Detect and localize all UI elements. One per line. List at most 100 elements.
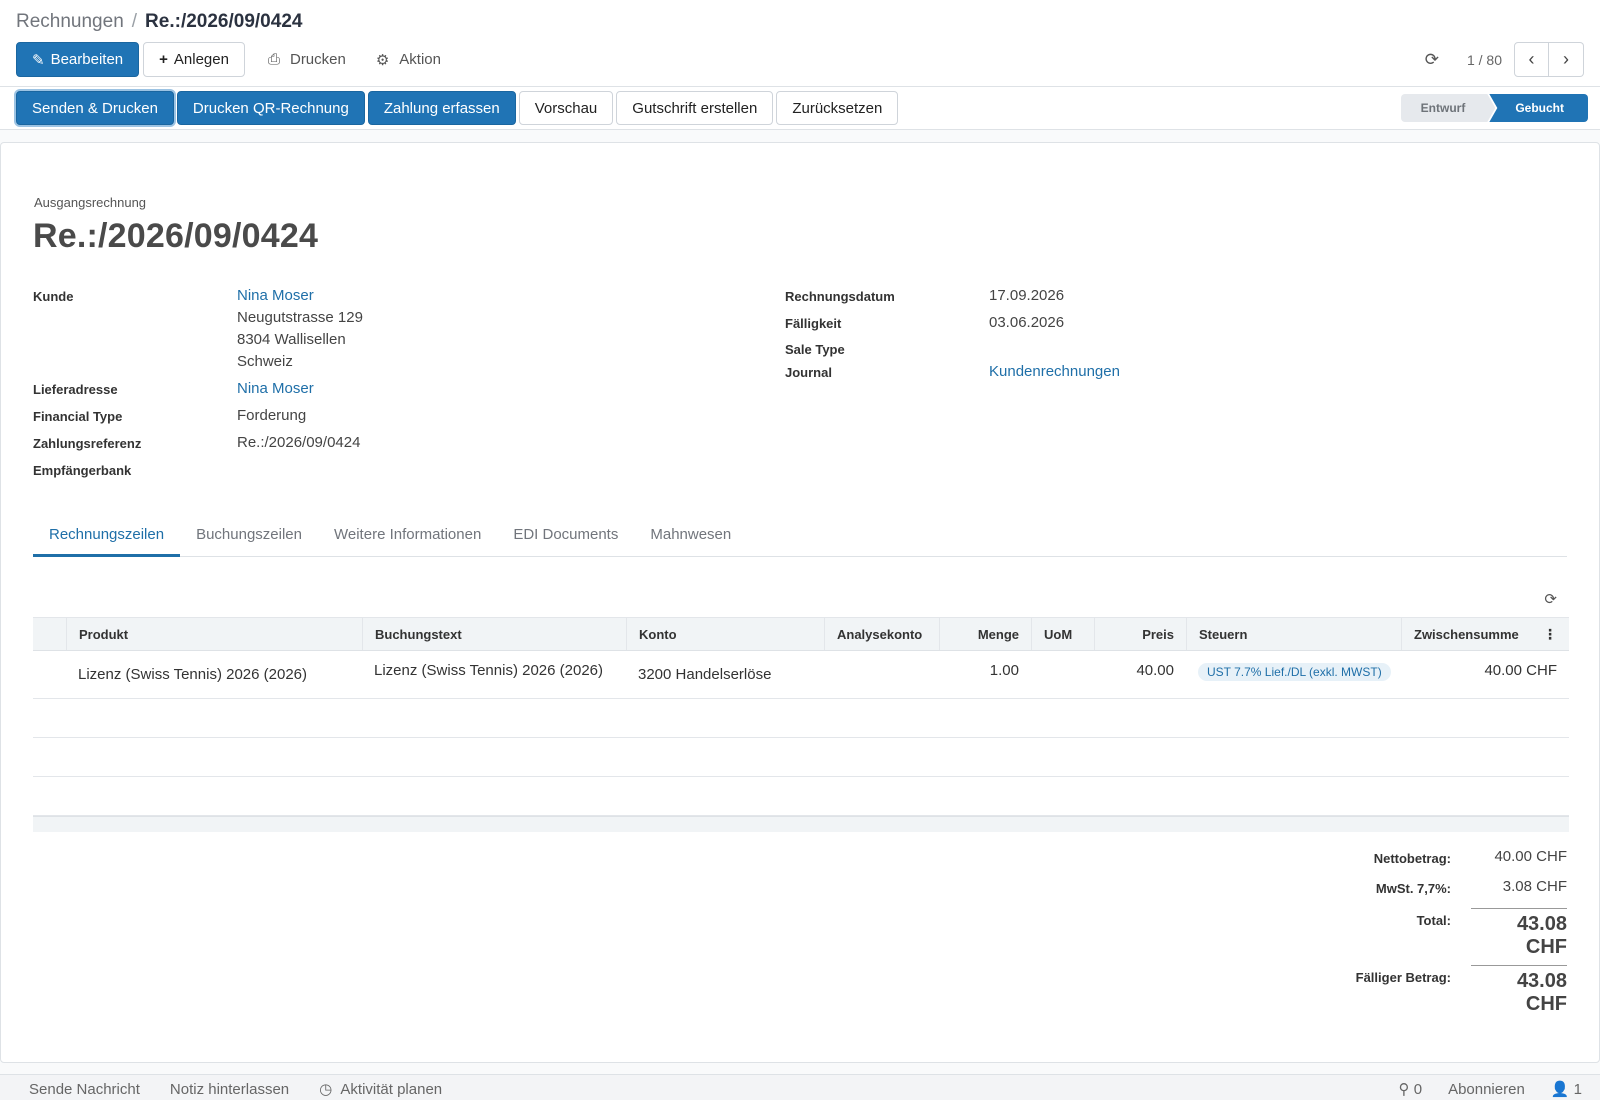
tax-amount-label: MwSt. 7,7%: — [1375, 881, 1451, 896]
table-footer — [33, 816, 1569, 832]
customer-link[interactable]: Nina Moser — [237, 287, 314, 304]
credit-note-button[interactable]: Gutschrift erstellen — [616, 91, 774, 125]
cell-price[interactable]: 40.00 — [1094, 651, 1186, 698]
chevron-right-icon: › — [1563, 49, 1569, 69]
customer-label: Kunde — [33, 289, 74, 304]
tax-amount-value: 3.08 CHF — [1502, 878, 1567, 895]
attachments-count: 0 — [1413, 1081, 1423, 1098]
cell-account[interactable]: 3200 Handelserlöse — [626, 651, 824, 698]
net-amount-value: 40.00 CHF — [1494, 848, 1567, 865]
create-button[interactable]: + Anlegen — [143, 42, 245, 77]
column-header-account[interactable]: Konto — [626, 618, 824, 650]
send-message-button[interactable]: Sende Nachricht — [29, 1080, 140, 1100]
optional-columns-icon[interactable]: ⋮ — [1535, 626, 1557, 643]
invoice-totals: Nettobetrag: 40.00 CHF MwSt. 7,7%: 3.08 … — [1267, 848, 1567, 1015]
empty-row — [33, 699, 1569, 738]
invoice-date-value: 17.09.2026 — [989, 287, 1065, 304]
cell-subtotal: 40.00 CHF — [1484, 662, 1557, 679]
reset-to-draft-button[interactable]: Zurücksetzen — [776, 91, 899, 125]
column-header-quantity[interactable]: Menge — [939, 618, 1031, 650]
document-title: Re.:/2026/09/0424 — [33, 217, 319, 255]
followers-button[interactable]: 👤 1 — [1551, 1080, 1582, 1100]
column-header-product[interactable]: Produkt — [66, 618, 362, 650]
create-button-label: Anlegen — [173, 51, 229, 68]
breadcrumb-current: Re.:/2026/09/0424 — [145, 11, 303, 32]
tab-journal-items[interactable]: Buchungszeilen — [180, 523, 318, 556]
attachments-button[interactable]: ⚲ 0 — [1399, 1080, 1423, 1100]
follow-button[interactable]: Abonnieren — [1448, 1080, 1525, 1100]
gear-icon: ⚙ — [375, 51, 390, 69]
column-header-price[interactable]: Preis — [1094, 618, 1186, 650]
preview-button[interactable]: Vorschau — [518, 91, 614, 125]
total-label: Total: — [1416, 913, 1451, 928]
edit-button-label: Bearbeiten — [50, 51, 124, 68]
control-panel: Rechnungen / Re.:/2026/09/0424 ✎ Bearbeite… — [0, 0, 1600, 87]
register-payment-button[interactable]: Zahlung erfassen — [367, 91, 516, 125]
cell-analytic[interactable] — [824, 651, 939, 698]
journal-link[interactable]: Kundenrechnungen — [989, 363, 1120, 380]
delivery-address-label: Lieferadresse — [33, 382, 118, 397]
recipient-bank-label: Empfängerbank — [33, 463, 132, 478]
chatter-topbar: Sende Nachricht Notiz hinterlassen ◷ Akt… — [0, 1074, 1600, 1100]
schedule-activity-button[interactable]: ◷ Aktivität planen — [319, 1080, 442, 1100]
net-amount-label: Nettobetrag: — [1373, 851, 1451, 866]
column-header-uom[interactable]: UoM — [1031, 618, 1094, 650]
cell-uom[interactable] — [1031, 651, 1094, 698]
financial-type-label: Financial Type — [33, 409, 123, 424]
column-header-subtotal-label: Zwischensumme — [1414, 626, 1519, 642]
pager-previous-button[interactable]: ‹ — [1514, 42, 1549, 77]
delivery-address-link[interactable]: Nina Moser — [237, 380, 314, 397]
column-header-label[interactable]: Buchungstext — [362, 618, 626, 650]
amount-due-value: 43.08 CHF — [1471, 965, 1567, 1016]
breadcrumb: Rechnungen / Re.:/2026/09/0424 — [16, 10, 1584, 34]
invoice-date-label: Rechnungsdatum — [785, 289, 895, 304]
customer-country: Schweiz — [237, 353, 293, 370]
breadcrumb-separator: / — [131, 11, 138, 32]
table-row[interactable]: Lizenz (Swiss Tennis) 2026 (2026) Lizenz… — [33, 651, 1569, 699]
breadcrumb-parent[interactable]: Rechnungen — [16, 11, 124, 32]
handle-column-header — [33, 618, 66, 650]
list-reload-icon[interactable]: ⟳ — [1544, 590, 1557, 608]
empty-row — [33, 738, 1569, 777]
column-header-subtotal[interactable]: Zwischensumme ⋮ — [1401, 618, 1569, 650]
print-button[interactable]: ⎙ Drucken — [253, 42, 361, 77]
tab-edi-documents[interactable]: EDI Documents — [497, 523, 634, 556]
schedule-activity-label: Aktivität planen — [340, 1081, 443, 1098]
pager-next-button[interactable]: › — [1549, 42, 1584, 77]
plus-icon: + — [159, 51, 168, 68]
stage-draft: Entwurf — [1401, 94, 1496, 122]
notebook-tabs: Rechnungszeilen Buchungszeilen Weitere I… — [33, 523, 1567, 557]
tax-badge: UST 7.7% Lief./DL (exkl. MWST) — [1198, 663, 1391, 681]
journal-label: Journal — [785, 365, 832, 380]
print-button-label: Drucken — [289, 51, 346, 68]
tab-other-info[interactable]: Weitere Informationen — [318, 523, 497, 556]
tab-dunning[interactable]: Mahnwesen — [634, 523, 747, 556]
send-print-button[interactable]: Senden & Drucken — [16, 91, 174, 125]
sale-type-label: Sale Type — [785, 342, 845, 357]
form-sheet: Ausgangsrechnung Re.:/2026/09/0424 Kunde… — [0, 142, 1600, 1063]
column-header-analytic[interactable]: Analysekonto — [824, 618, 939, 650]
stage-posted: Gebucht — [1489, 94, 1588, 122]
user-icon: 👤 — [1550, 1081, 1570, 1098]
clock-icon: ◷ — [319, 1081, 333, 1098]
customer-city: 8304 Wallisellen — [237, 331, 346, 348]
print-qr-invoice-button[interactable]: Drucken QR-Rechnung — [176, 91, 365, 125]
pencil-icon: ✎ — [32, 51, 45, 69]
edit-button[interactable]: ✎ Bearbeiten — [16, 42, 140, 77]
log-note-button[interactable]: Notiz hinterlassen — [170, 1080, 289, 1100]
cell-product[interactable]: Lizenz (Swiss Tennis) 2026 (2026) — [66, 651, 362, 698]
printer-icon: ⎙ — [267, 51, 280, 68]
status-stages: Entwurf Gebucht — [1401, 94, 1588, 122]
pager-value[interactable]: 1 / 80 — [1467, 52, 1502, 68]
cell-taxes[interactable]: UST 7.7% Lief./DL (exkl. MWST) — [1186, 651, 1401, 698]
due-date-label: Fälligkeit — [785, 316, 842, 331]
due-date-value: 03.06.2026 — [989, 314, 1065, 331]
paperclip-icon: ⚲ — [1398, 1081, 1410, 1098]
reload-icon[interactable]: ⟳ — [1425, 50, 1439, 70]
action-button[interactable]: ⚙ Aktion — [361, 42, 456, 77]
tab-invoice-lines[interactable]: Rechnungszeilen — [33, 523, 181, 557]
column-header-taxes[interactable]: Steuern — [1186, 618, 1401, 650]
cell-label[interactable]: Lizenz (Swiss Tennis) 2026 (2026) — [362, 651, 626, 698]
cell-quantity[interactable]: 1.00 — [939, 651, 1031, 698]
payment-reference-value: Re.:/2026/09/0424 — [237, 434, 361, 451]
